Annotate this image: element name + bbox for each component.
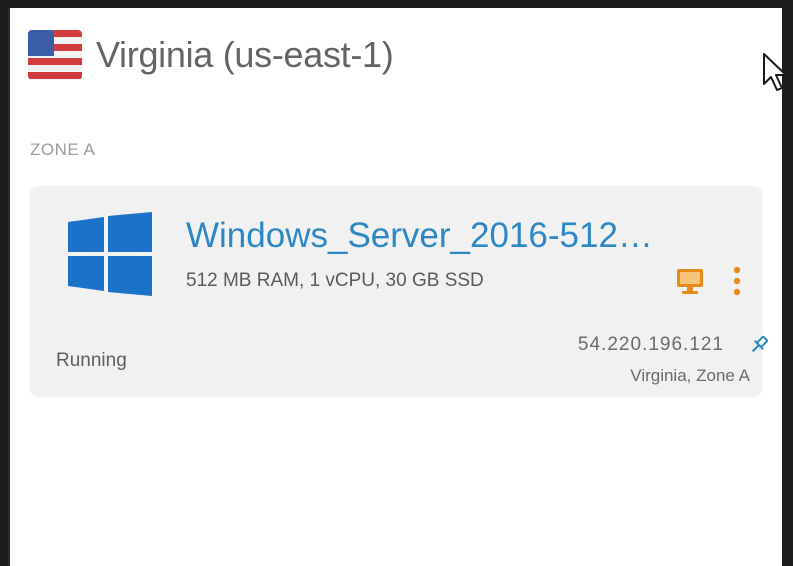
region-panel: Virginia (us-east-1) ZONE A Windows_Serv… xyxy=(8,8,787,566)
connect-monitor-icon[interactable] xyxy=(675,266,705,296)
region-title: Virginia (us-east-1) xyxy=(96,34,394,75)
mouse-cursor-icon xyxy=(763,53,787,91)
region-header: Virginia (us-east-1) xyxy=(28,26,394,84)
more-vertical-icon[interactable] xyxy=(730,266,744,296)
ip-address: 54.220.196.121 xyxy=(577,334,724,355)
instance-specs: 512 MB RAM, 1 vCPU, 30 GB SSD xyxy=(186,270,484,291)
instance-location: Virginia, Zone A xyxy=(630,366,750,385)
zone-label: ZONE A xyxy=(30,140,96,159)
us-flag-icon xyxy=(28,30,82,80)
pin-icon[interactable] xyxy=(748,334,770,356)
instance-status: Running xyxy=(56,350,127,371)
instance-card[interactable]: Windows_Server_2016-512… 512 MB RAM, 1 v… xyxy=(30,186,769,396)
windows-logo-icon xyxy=(68,212,152,296)
instance-name-link[interactable]: Windows_Server_2016-512… xyxy=(186,216,653,256)
